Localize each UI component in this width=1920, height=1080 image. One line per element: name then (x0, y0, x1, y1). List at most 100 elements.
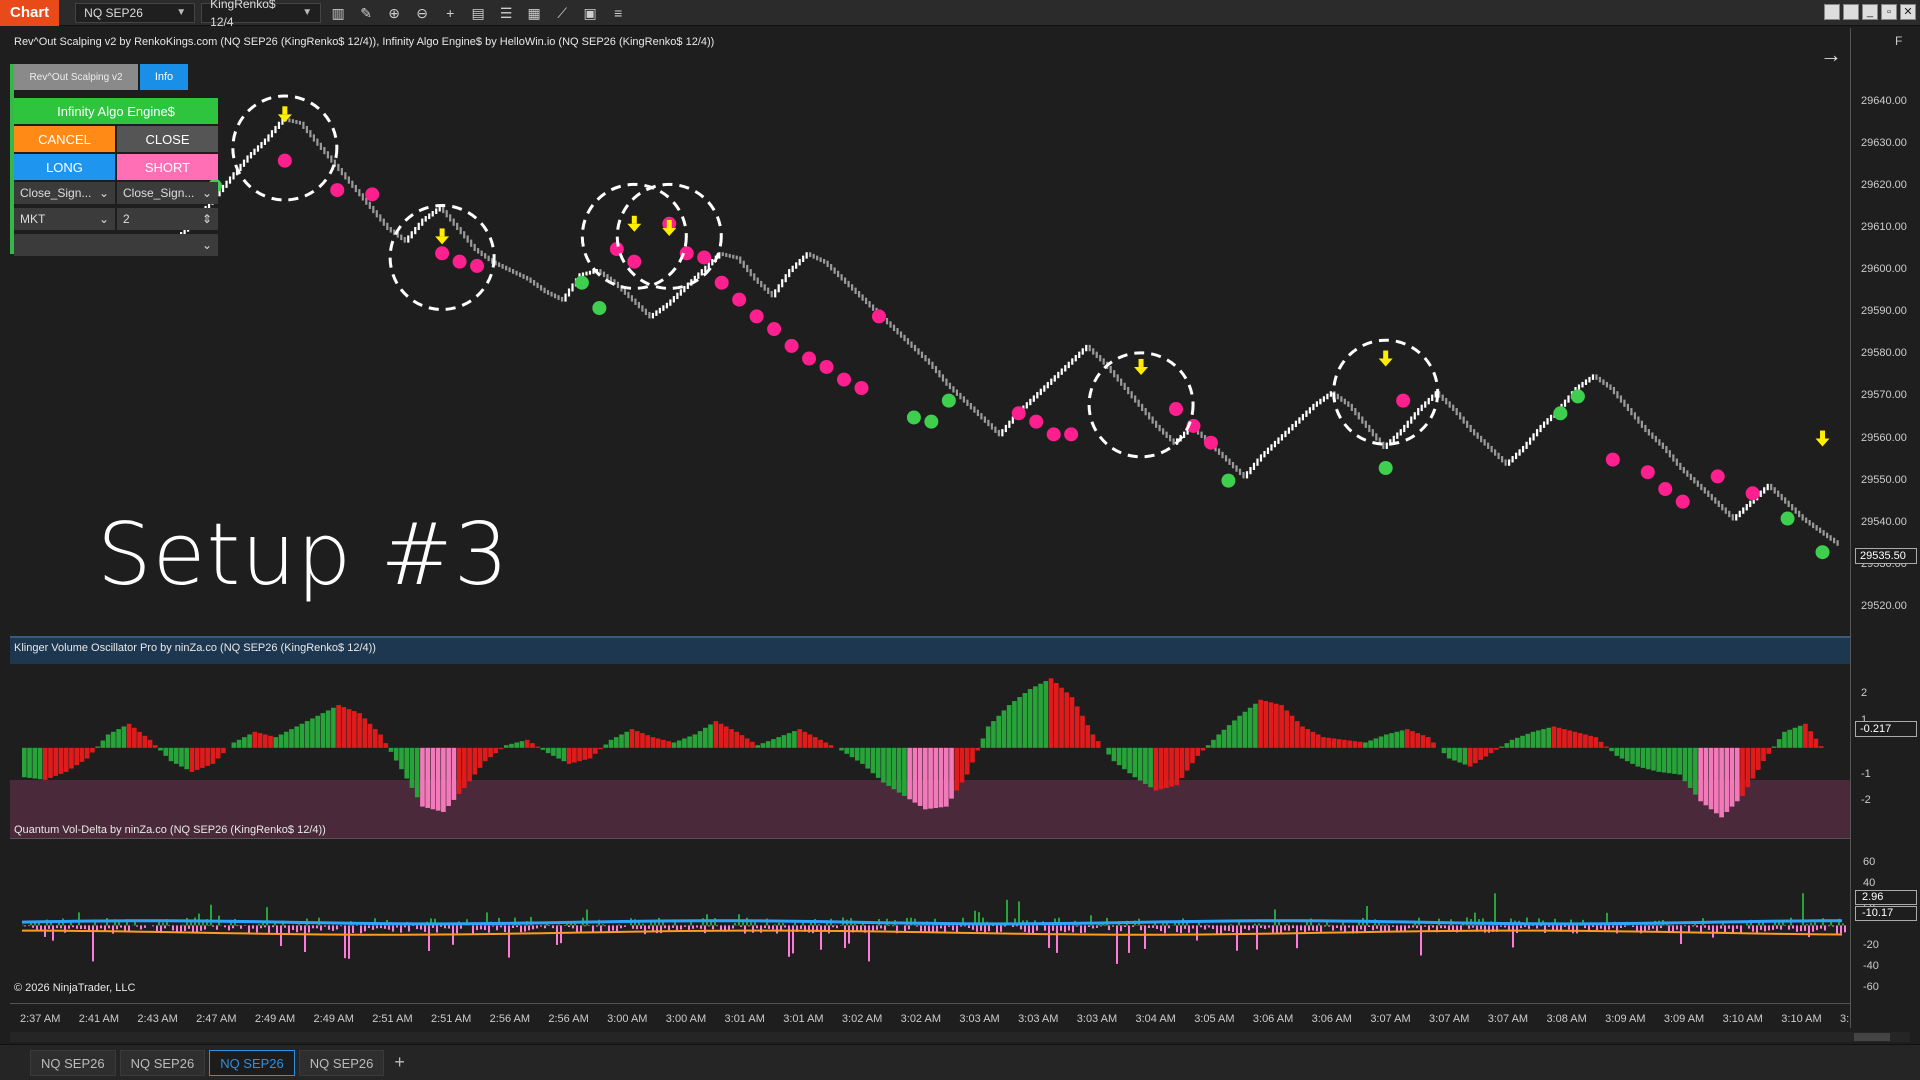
klinger-bar (860, 747, 865, 764)
quantity-stepper[interactable]: 2 ⇕ (117, 208, 218, 230)
renko-brick (885, 317, 889, 325)
minimize-icon[interactable]: _ (1862, 4, 1878, 20)
renko-brick (1801, 514, 1804, 521)
data-box-icon[interactable]: ▣ (579, 3, 601, 23)
delta-bar (516, 925, 518, 928)
indicators-icon[interactable]: ▦ (523, 3, 545, 23)
delta-bar (1330, 924, 1332, 926)
engine-button[interactable]: Infinity Algo Engine$ (14, 98, 218, 124)
klinger-bar (854, 747, 860, 761)
short-button[interactable]: SHORT (117, 154, 218, 180)
klinger-bar (493, 747, 499, 754)
chart-tab[interactable]: NQ SEP26 (119, 1049, 206, 1076)
chart-tab[interactable]: NQ SEP26 (298, 1049, 385, 1076)
rev-out-button[interactable]: Rev^Out Scalping v2 (14, 64, 138, 90)
close-button[interactable]: CLOSE (117, 126, 218, 152)
klinger-bar (1473, 747, 1478, 764)
close-icon[interactable]: ✕ (1900, 4, 1916, 20)
account-select[interactable]: ⌄ (14, 234, 218, 256)
klinger-bar (1017, 697, 1022, 748)
klinger-bar (587, 747, 593, 759)
renko-brick (1476, 432, 1479, 439)
klinger-tick-label: 2 (1861, 687, 1868, 700)
klinger-bar (1724, 747, 1730, 812)
scroll-thumb[interactable] (1854, 1033, 1890, 1041)
signal-left-select[interactable]: Close_Sign... ⌄ (14, 182, 115, 204)
klinger-bar (1745, 747, 1751, 788)
horizontal-scrollbar[interactable] (10, 1032, 1910, 1042)
delta-bar (828, 925, 830, 934)
klinger-bar (299, 723, 305, 748)
price-axis[interactable]: F 29640.00 29630.00 29620.00 29610.00 29600.… (1850, 28, 1920, 1028)
klinger-bar (294, 726, 300, 748)
renko-brick (1319, 398, 1322, 405)
delta-bar (416, 925, 418, 930)
renko-brick (1773, 487, 1776, 494)
instrument-selector[interactable]: NQ SEP26 ▼ (75, 2, 196, 23)
renko-brick (1707, 490, 1710, 497)
signal-right-select[interactable]: Close_Sign... ⌄ (117, 182, 218, 204)
chevron-down-icon: ⌄ (201, 238, 212, 252)
klinger-bar (404, 747, 410, 779)
tile-icon[interactable] (1824, 4, 1840, 20)
crosshair-icon[interactable]: + (439, 3, 461, 23)
renko-brick (302, 121, 305, 129)
bar-type-selector[interactable]: KingRenko$ 12/4 ▼ (201, 0, 322, 29)
renko-brick (1808, 520, 1811, 526)
list-icon[interactable]: ≡ (607, 3, 629, 23)
add-tab-icon[interactable]: + (394, 1052, 405, 1073)
delta-bar (1842, 923, 1844, 926)
renko-brick (1780, 493, 1783, 501)
zoom-out-icon[interactable]: ⊖ (411, 3, 433, 23)
price-tick-label: 29520.00 (1861, 599, 1907, 612)
renko-brick (1441, 394, 1444, 401)
delta-bar (880, 925, 882, 929)
draw-icon[interactable]: ✎ (355, 3, 377, 23)
renko-brick (1130, 391, 1133, 399)
order-type-select[interactable]: MKT ⌄ (14, 208, 115, 230)
properties-icon[interactable]: ▤ (467, 3, 489, 23)
time-tick-label: 2:43 AM (137, 1013, 177, 1025)
delta-bar (712, 925, 714, 930)
chart-tab[interactable]: NQ SEP26 (30, 1049, 116, 1076)
renko-brick (1525, 441, 1528, 449)
klinger-bar (441, 747, 446, 812)
delta-bar (642, 923, 644, 926)
renko-brick (442, 205, 445, 214)
klinger-bar (179, 747, 184, 767)
renko-brick (1651, 432, 1654, 439)
renko-brick (1228, 458, 1231, 465)
delta-bar (448, 925, 450, 929)
klinger-bar (1216, 734, 1222, 748)
templates-icon[interactable]: ⟋ (551, 3, 573, 23)
renko-brick (980, 413, 983, 420)
delta-bar (372, 925, 374, 930)
delta-bar (928, 925, 930, 932)
delta-bar (1696, 925, 1698, 928)
info-button[interactable]: Info (140, 64, 188, 90)
renko-brick (1294, 420, 1298, 428)
arrow-right-icon[interactable]: → (1820, 42, 1842, 68)
tile-alt-icon[interactable] (1843, 4, 1859, 20)
restore-icon[interactable]: ▫ (1881, 4, 1897, 20)
klinger-bar (1452, 747, 1457, 761)
zoom-in-icon[interactable]: ⊕ (383, 3, 405, 23)
strategies-icon[interactable]: ☰ (495, 3, 517, 23)
delta-bar (1532, 925, 1534, 927)
renko-brick (1312, 403, 1315, 411)
long-button[interactable]: LONG (14, 154, 115, 180)
klinger-bar (535, 746, 541, 748)
renko-brick (823, 259, 826, 264)
chart-tab[interactable]: NQ SEP26 (209, 1049, 295, 1076)
klinger-bar (84, 747, 90, 759)
renko-brick (1336, 393, 1339, 400)
delta-bar (440, 925, 442, 927)
cancel-button[interactable]: CANCEL (14, 126, 115, 152)
renko-brick (1682, 467, 1685, 474)
renko-brick (749, 269, 752, 277)
bar-type-icon[interactable]: ▥ (327, 3, 349, 23)
sell-signal-dot (871, 309, 886, 324)
klinger-bar (849, 747, 855, 758)
delta-bar (1144, 925, 1146, 949)
delta-bar (456, 925, 458, 934)
